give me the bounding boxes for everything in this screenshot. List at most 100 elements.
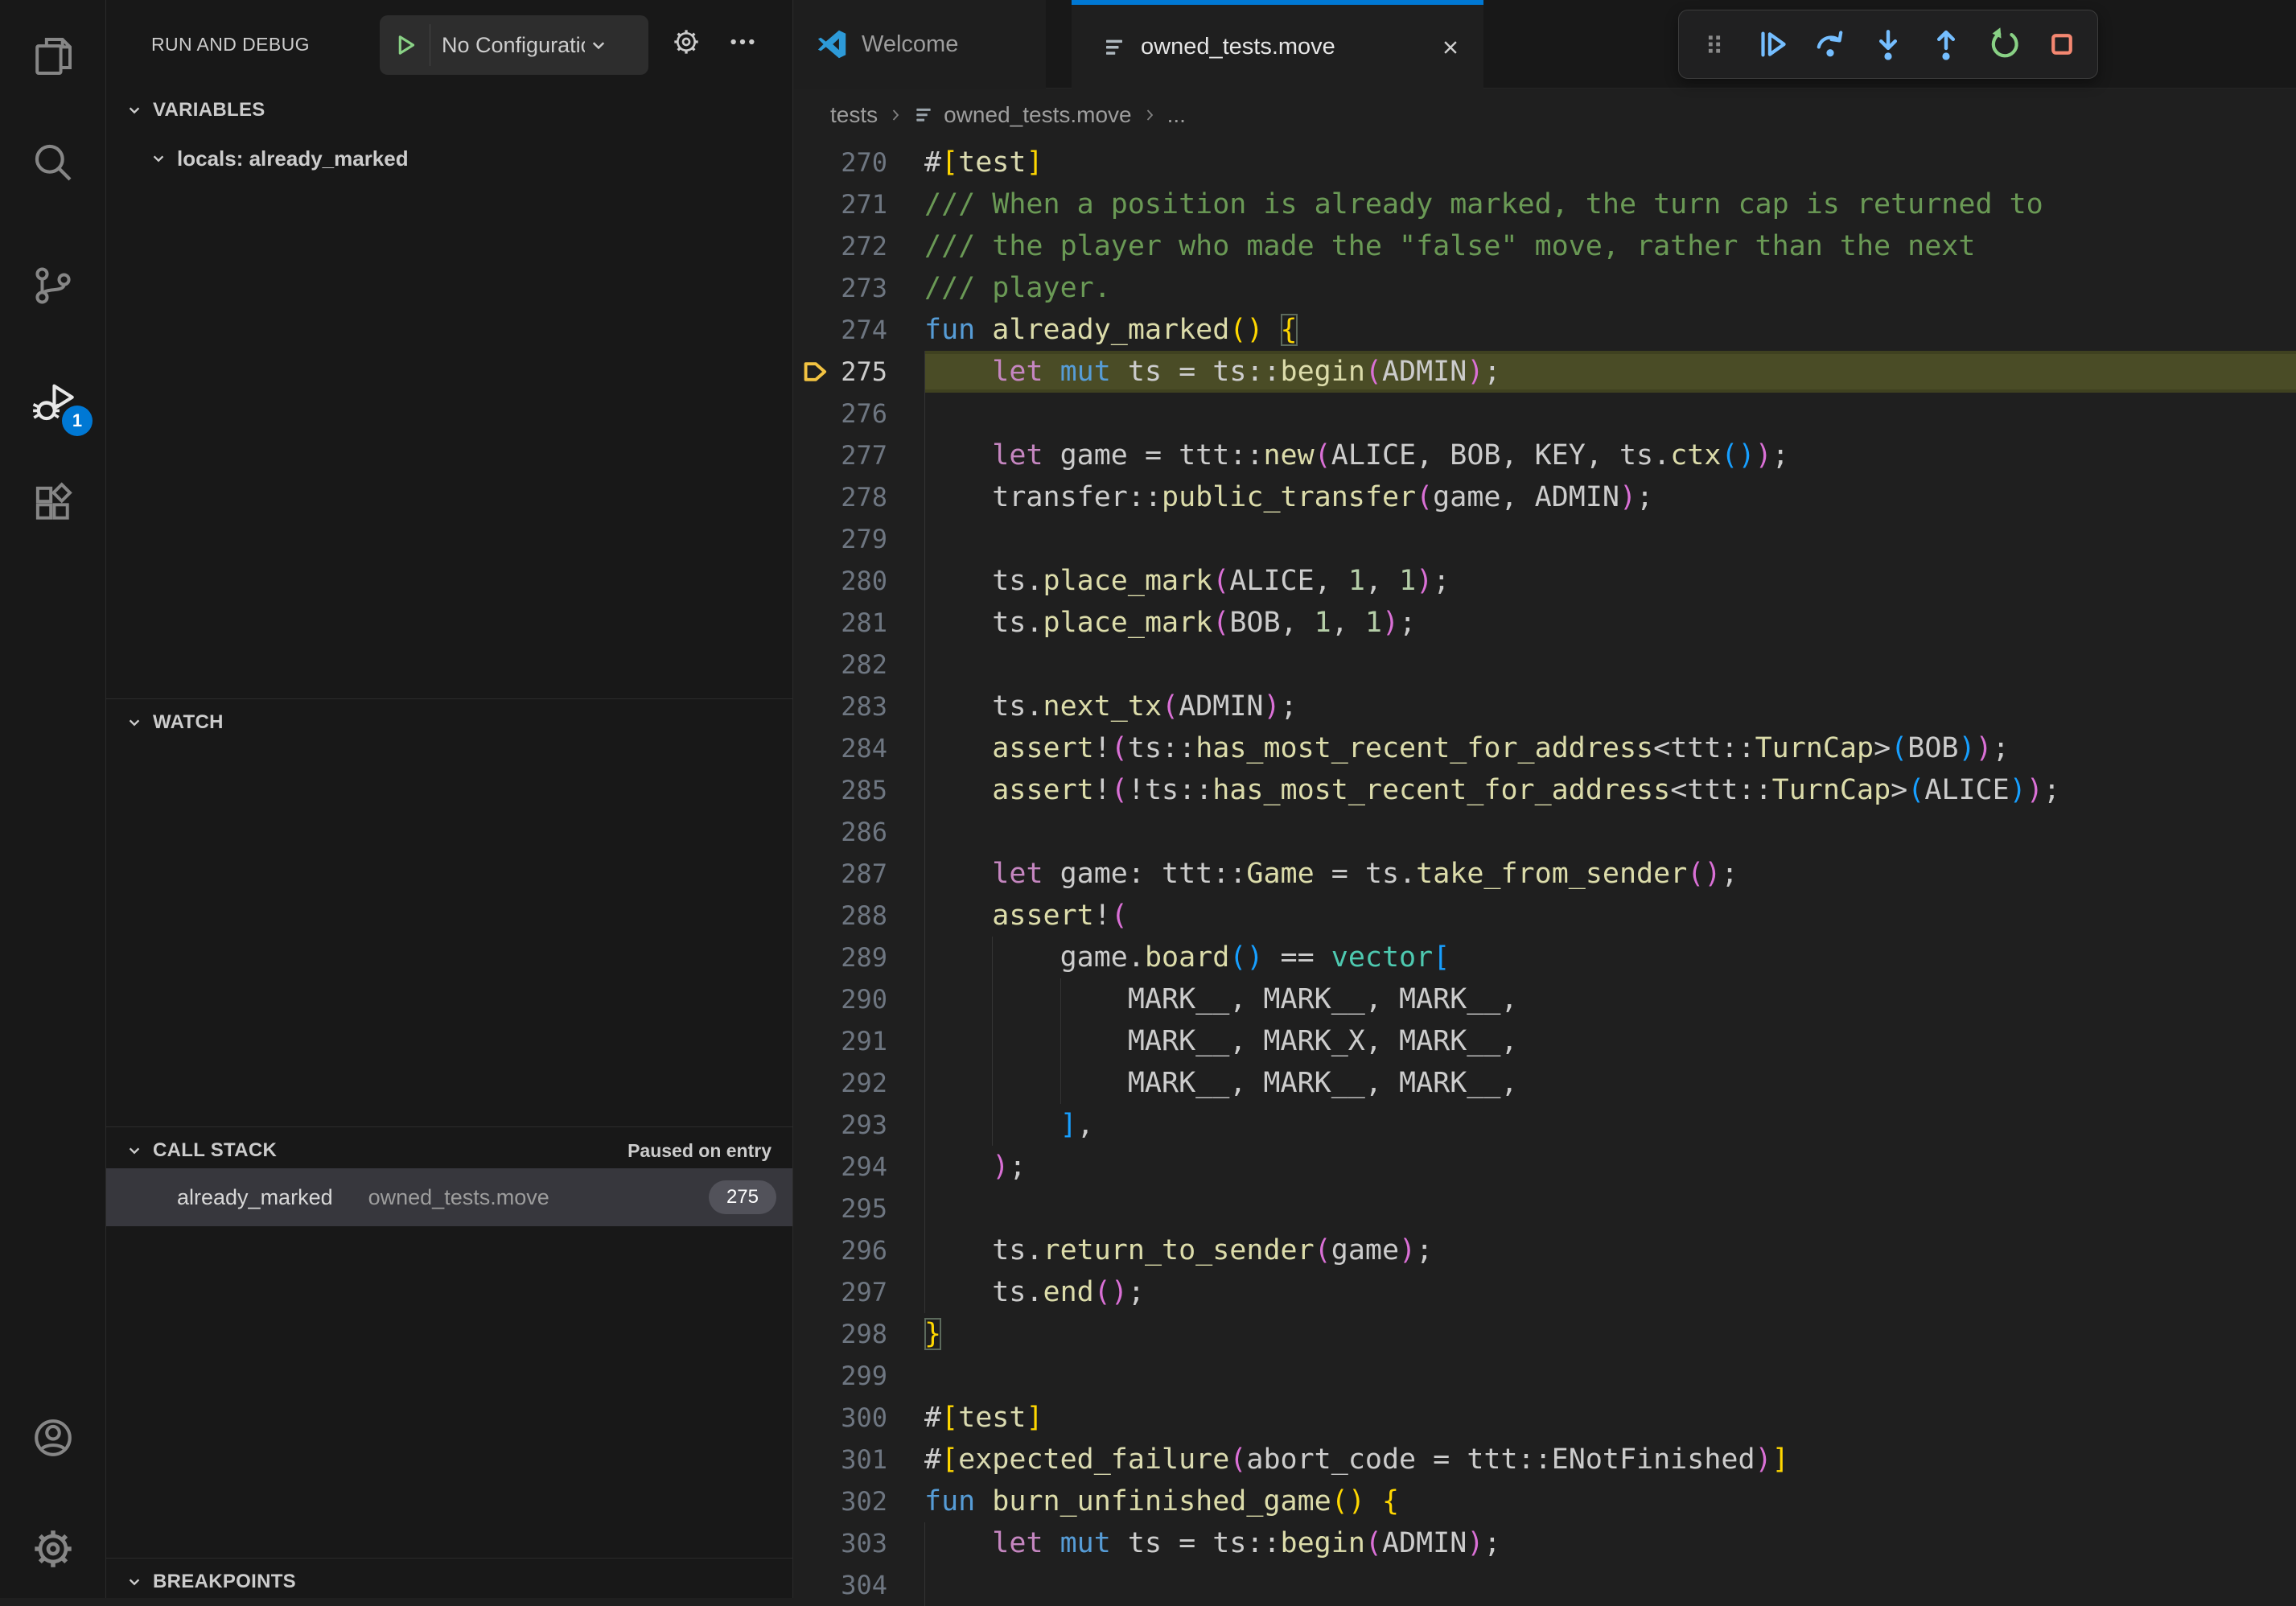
line-number[interactable]: 278 (794, 476, 924, 518)
line-number[interactable]: 276 (794, 393, 924, 434)
step-over-button[interactable] (1809, 23, 1851, 65)
code-line-content[interactable] (924, 1564, 2296, 1606)
code-line-content[interactable]: let game: ttt::Game = ts.take_from_sende… (924, 853, 2296, 895)
close-icon[interactable] (1438, 35, 1463, 60)
code-line-content[interactable] (924, 644, 2296, 686)
code-line-content[interactable]: ts.next_tx(ADMIN); (924, 686, 2296, 727)
line-number[interactable]: 271 (794, 183, 924, 225)
line-number[interactable]: 289 (794, 937, 924, 978)
sidebar-item-extensions[interactable] (0, 474, 105, 532)
line-number[interactable]: 300 (794, 1397, 924, 1439)
settings-button[interactable] (0, 1520, 105, 1578)
code-line-content[interactable]: /// the player who made the "false" move… (924, 225, 2296, 267)
code-line-content[interactable]: assert!( (924, 895, 2296, 937)
debug-settings-button[interactable] (668, 23, 705, 60)
code-line-content[interactable]: ts.place_mark(BOB, 1, 1); (924, 602, 2296, 644)
code-line-content[interactable]: let game = ttt::new(ALICE, BOB, KEY, ts.… (924, 434, 2296, 476)
section-header-call-stack[interactable]: CALL STACK Paused on entry (106, 1128, 792, 1173)
breadcrumb-item[interactable]: owned_tests.move (944, 102, 1131, 128)
code-line-content[interactable] (924, 1188, 2296, 1229)
code-line-content[interactable]: ts.end(); (924, 1271, 2296, 1313)
line-number[interactable]: 299 (794, 1355, 924, 1397)
code-line-content[interactable] (924, 811, 2296, 853)
code-line-content[interactable]: MARK__, MARK__, MARK__, (924, 978, 2296, 1020)
line-number[interactable]: 286 (794, 811, 924, 853)
line-number[interactable]: 298 (794, 1313, 924, 1355)
code-line-content[interactable]: ], (924, 1104, 2296, 1146)
line-number[interactable]: 294 (794, 1146, 924, 1188)
toolbar-drag-handle[interactable] (1693, 23, 1735, 65)
line-number[interactable]: 287 (794, 853, 924, 895)
line-number[interactable]: 277 (794, 434, 924, 476)
variables-scope-row[interactable]: locals: already_marked (106, 136, 792, 181)
code-line-content[interactable]: ); (924, 1146, 2296, 1188)
line-number[interactable]: 297 (794, 1271, 924, 1313)
code-line-content[interactable]: #[test] (924, 1397, 2296, 1439)
sidebar-item-search[interactable] (0, 134, 105, 191)
code-line-content[interactable] (924, 518, 2296, 560)
code-line-content[interactable]: transfer::public_transfer(game, ADMIN); (924, 476, 2296, 518)
continue-button[interactable] (1751, 23, 1793, 65)
code-line-content[interactable] (924, 1355, 2296, 1397)
line-number[interactable]: 288 (794, 895, 924, 937)
start-debug-icon[interactable] (380, 31, 430, 60)
line-number[interactable]: 283 (794, 686, 924, 727)
section-header-watch[interactable]: WATCH (106, 700, 792, 745)
line-number[interactable]: 284 (794, 727, 924, 769)
call-stack-frame[interactable]: already_marked owned_tests.move 275 (106, 1168, 792, 1226)
debug-config-dropdown[interactable]: No Configurations (380, 15, 648, 75)
views-more-actions-button[interactable] (724, 23, 761, 60)
code-line-content[interactable]: } (924, 1313, 2296, 1355)
code-line-content[interactable]: ts.place_mark(ALICE, 1, 1); (924, 560, 2296, 602)
line-number[interactable]: 281 (794, 602, 924, 644)
line-number[interactable]: 295 (794, 1188, 924, 1229)
code-line-content[interactable]: #[test] (924, 142, 2296, 183)
code-line-content[interactable]: assert!(ts::has_most_recent_for_address<… (924, 727, 2296, 769)
line-number[interactable]: 290 (794, 978, 924, 1020)
line-number[interactable]: 296 (794, 1229, 924, 1271)
sidebar-item-explorer[interactable] (0, 27, 105, 85)
code-line-content[interactable]: fun burn_unfinished_game() { (924, 1480, 2296, 1522)
code-line-content[interactable]: /// player. (924, 267, 2296, 309)
step-into-button[interactable] (1867, 23, 1909, 65)
code-line-content[interactable]: #[expected_failure(abort_code = ttt::ENo… (924, 1439, 2296, 1480)
code-line-content[interactable]: let mut ts = ts::begin(ADMIN); (924, 1522, 2296, 1564)
code-line-content[interactable]: ts.return_to_sender(game); (924, 1229, 2296, 1271)
sidebar-item-run-and-debug[interactable]: 1 (0, 373, 105, 431)
account-button[interactable] (0, 1409, 105, 1467)
step-out-button[interactable] (1925, 23, 1967, 65)
code-line-content[interactable] (924, 393, 2296, 434)
line-number[interactable]: 293 (794, 1104, 924, 1146)
line-number[interactable]: 304 (794, 1564, 924, 1606)
code-line-content[interactable]: let mut ts = ts::begin(ADMIN); (924, 351, 2296, 393)
sidebar-item-source-control[interactable] (0, 257, 105, 315)
line-number[interactable]: 303 (794, 1522, 924, 1564)
restart-button[interactable] (1983, 23, 2025, 65)
code-line-content[interactable]: game.board() == vector[ (924, 937, 2296, 978)
line-number[interactable]: 272 (794, 225, 924, 267)
line-number[interactable]: 292 (794, 1062, 924, 1104)
line-number[interactable]: 274 (794, 309, 924, 351)
tab-welcome[interactable]: Welcome (794, 0, 1046, 89)
code-lines[interactable]: 270#[test]271/// When a position is alre… (794, 142, 2296, 1606)
breadcrumb-item[interactable]: ... (1167, 102, 1186, 128)
code-line-content[interactable]: MARK__, MARK_X, MARK__, (924, 1020, 2296, 1062)
line-number[interactable]: 273 (794, 267, 924, 309)
code-line-content[interactable]: MARK__, MARK__, MARK__, (924, 1062, 2296, 1104)
line-number[interactable]: 280 (794, 560, 924, 602)
line-number[interactable]: 291 (794, 1020, 924, 1062)
section-header-variables[interactable]: VARIABLES (106, 88, 792, 133)
code-line-content[interactable]: fun already_marked() { (924, 309, 2296, 351)
stop-button[interactable] (2041, 23, 2083, 65)
line-number[interactable]: 301 (794, 1439, 924, 1480)
tab-owned-tests-move[interactable]: owned_tests.move (1072, 0, 1483, 89)
breadcrumb-item[interactable]: tests (830, 102, 878, 128)
code-line-content[interactable]: /// When a position is already marked, t… (924, 183, 2296, 225)
line-number[interactable]: 279 (794, 518, 924, 560)
line-number[interactable]: 282 (794, 644, 924, 686)
line-number[interactable]: 285 (794, 769, 924, 811)
line-number[interactable]: 270 (794, 142, 924, 183)
code-line-content[interactable]: assert!(!ts::has_most_recent_for_address… (924, 769, 2296, 811)
line-number[interactable]: 302 (794, 1480, 924, 1522)
line-number[interactable]: 275 (794, 351, 924, 393)
